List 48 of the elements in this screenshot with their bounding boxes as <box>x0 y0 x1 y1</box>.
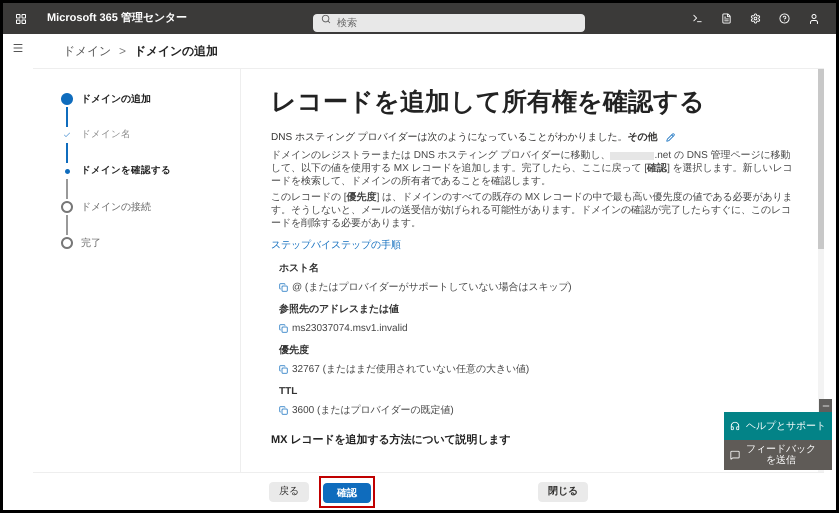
record-value: ms23037074.msv1.invalid <box>292 322 408 336</box>
search-field[interactable]: 検索 <box>313 14 585 32</box>
step-marker-icon <box>61 93 73 105</box>
chat-icon <box>730 450 740 460</box>
breadcrumb-link[interactable]: ドメイン <box>63 42 111 60</box>
check-icon <box>63 131 71 139</box>
priority-note: このレコードの [優先度] は、ドメインのすべての既存の MX レコードの中で最も高い優先度の値である必要があります。そうしないと、メールの送受信が妨げられる可能性があります。ドメインの確認が完了したらすぐに、このレコードを削除する必要があります。 <box>271 191 794 230</box>
help-icon[interactable] <box>779 13 790 24</box>
record-value: 3600 (またはプロバイダーの既定値) <box>292 404 454 418</box>
instructions-text: ドメインのレジストラーまたは DNS ホスティング プロバイダーに移動し、 .net の DNS 管理ページに移動して、以下の値を使用する MX レコードを追加します。完了したら、ここに戻って [確認] を選択します。新しいレコードを検索して、ドメインの所有者であることを確認します。 <box>271 149 794 188</box>
copy-icon[interactable] <box>279 283 288 292</box>
app-title: Microsoft 365 管理センター <box>47 11 188 26</box>
app-launcher-icon[interactable] <box>15 12 27 24</box>
search-icon <box>321 14 331 24</box>
menu-icon[interactable] <box>12 42 24 54</box>
user-icon[interactable] <box>808 12 820 24</box>
wizard-step[interactable]: ドメインを確認する <box>81 164 171 178</box>
document-icon[interactable] <box>721 13 732 24</box>
minimize-button[interactable] <box>819 399 832 412</box>
feedback-button[interactable]: フィードバック を送信 <box>724 440 832 470</box>
record-label: TTL <box>279 385 298 400</box>
step-marker-icon <box>61 237 73 249</box>
back-button[interactable]: 戻る <box>269 482 309 502</box>
record-label: 優先度 <box>279 343 309 358</box>
edit-icon[interactable] <box>666 133 675 142</box>
confirm-button[interactable]: 確認 <box>323 483 371 503</box>
record-label: ホスト名 <box>279 262 319 276</box>
breadcrumb-separator: > <box>119 43 126 60</box>
step-marker-icon <box>61 201 73 213</box>
wizard-step[interactable]: ドメイン名 <box>81 128 131 142</box>
wizard-step[interactable]: ドメインの接続 <box>81 200 151 214</box>
wizard-step[interactable]: ドメインの追加 <box>81 92 151 106</box>
close-button[interactable]: 閉じる <box>538 482 588 502</box>
terminal-icon[interactable] <box>692 13 703 24</box>
copy-icon[interactable] <box>279 406 288 416</box>
copy-icon[interactable] <box>279 365 288 374</box>
record-value: @ (またはプロバイダーがサポートしていない場合はスキップ) <box>292 280 572 296</box>
copy-icon[interactable] <box>279 324 288 334</box>
record-label: 参照先のアドレスまたは値 <box>279 302 399 318</box>
headset-icon <box>730 421 740 431</box>
help-support-button[interactable]: ヘルプとサポート <box>724 412 832 440</box>
record-value: 32767 (またはまだ使用されていない任意の大きい値) <box>292 362 530 378</box>
provider-text: DNS ホスティング プロバイダーは次のようになっていることがわかりました。その他 <box>271 130 658 146</box>
page-heading: レコードを追加して所有権を確認する <box>271 87 706 118</box>
settings-icon[interactable] <box>750 13 761 24</box>
step-by-step-link[interactable]: ステップバイステップの手順 <box>271 238 401 254</box>
section-heading: MX レコードを追加する方法について説明します <box>271 432 511 448</box>
wizard-step[interactable]: 完了 <box>81 236 101 250</box>
